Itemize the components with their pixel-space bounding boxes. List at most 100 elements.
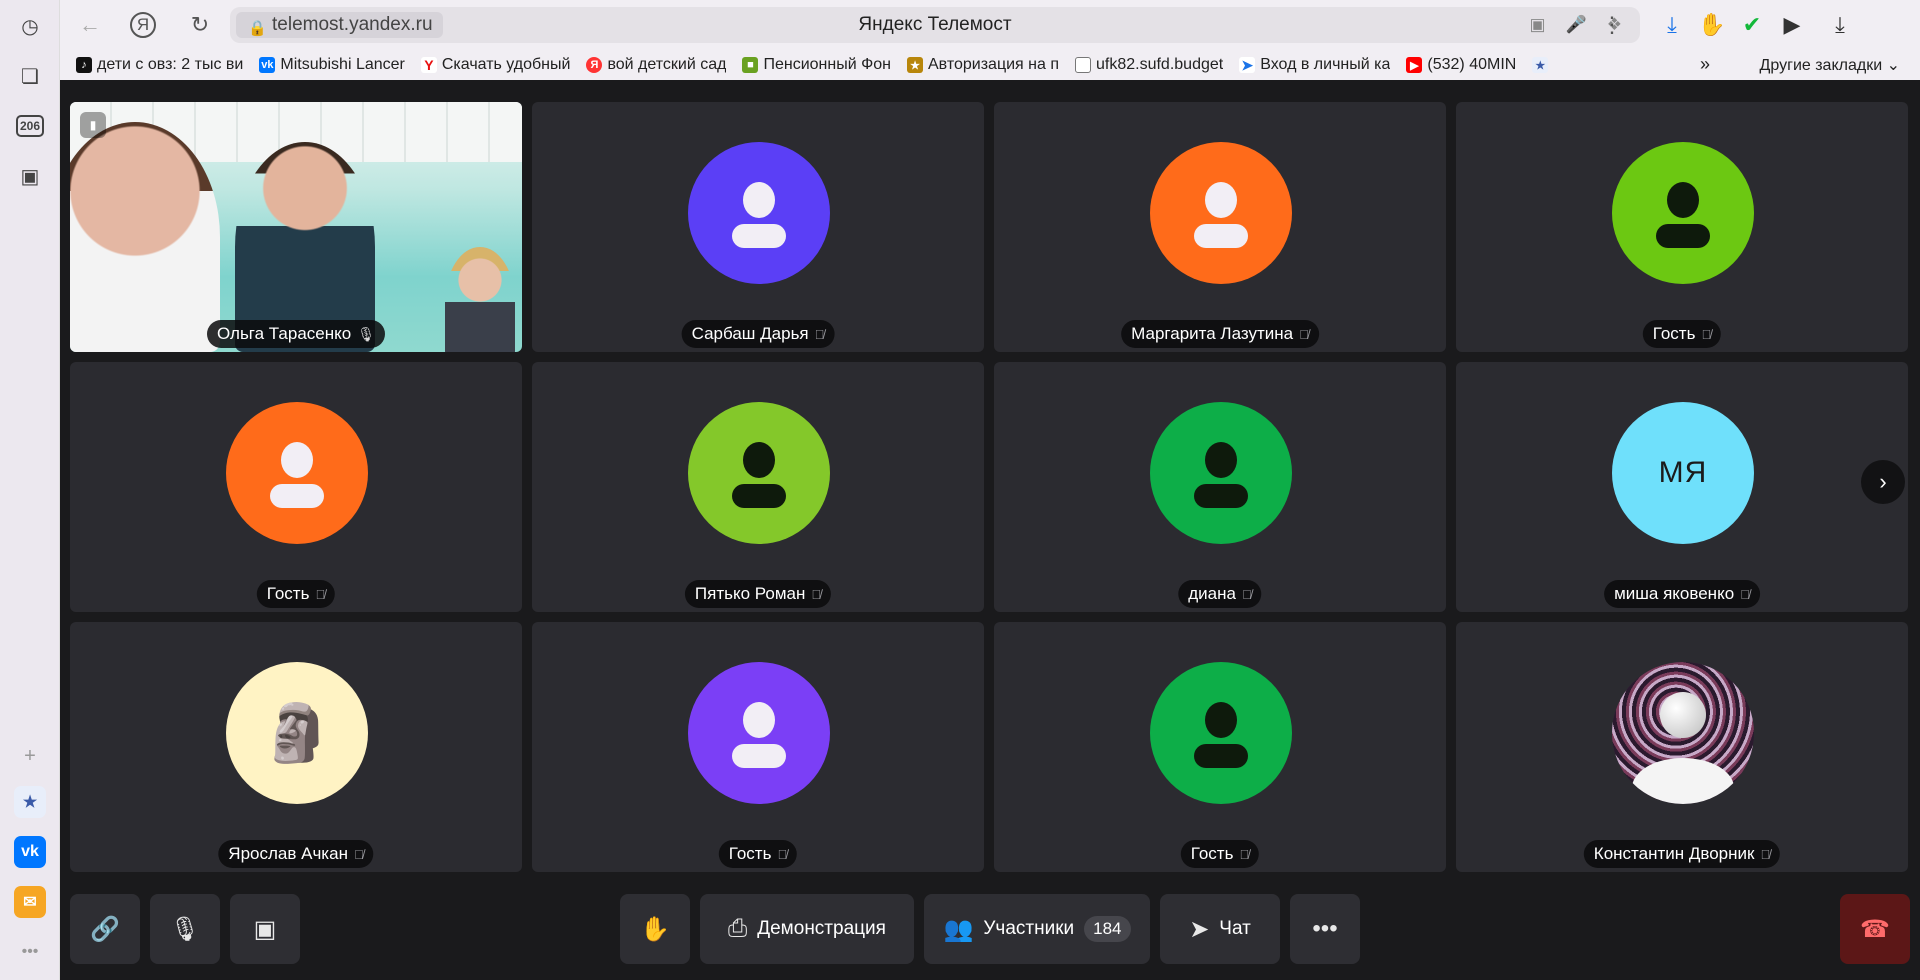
mic-on-icon: 🎙: [357, 325, 376, 342]
emblem-app-icon[interactable]: ★: [14, 786, 46, 818]
back-arrow-icon[interactable]: ←: [74, 9, 106, 41]
participant-tile[interactable]: 🗿 Ярослав Ачкан 🎙̸: [70, 622, 522, 872]
avatar: [226, 402, 368, 544]
mic-muted-icon: 🎙̸: [1241, 586, 1252, 602]
check-extension-icon[interactable]: ✔: [1736, 9, 1768, 41]
reload-icon[interactable]: ↻: [184, 9, 216, 41]
copy-link-button[interactable]: 🔗: [70, 894, 140, 964]
avatar: [688, 402, 830, 544]
participant-tile[interactable]: Гость 🎙̸: [994, 622, 1446, 872]
avatar: [1612, 142, 1754, 284]
history-icon[interactable]: ◷: [10, 6, 50, 46]
collections-icon[interactable]: ❏: [10, 56, 50, 96]
participant-tile[interactable]: Гость 🎙̸: [1456, 102, 1908, 352]
bookmark-label: ufk82.sufd.budget: [1096, 56, 1224, 73]
menu-dots-icon[interactable]: ⋮: [1596, 9, 1628, 41]
microphone-button[interactable]: 🎙: [150, 894, 220, 964]
bookmark-item[interactable]: ufk82.sufd.budget: [1075, 56, 1223, 74]
person-icon: [1205, 442, 1237, 478]
participant-tile[interactable]: Гость 🎙̸: [70, 362, 522, 612]
bookmark-item[interactable]: Y Скачать удобный: [420, 56, 570, 74]
person-icon: [1194, 224, 1248, 248]
participant-name: Гость: [1190, 844, 1234, 863]
person-icon: [743, 182, 775, 218]
participant-name: Маргарита Лазутина: [1131, 324, 1294, 343]
person-icon: [270, 484, 324, 508]
bookmark-label: вой детский сад: [607, 56, 727, 73]
next-page-button[interactable]: ›: [1861, 460, 1905, 504]
participant-name-badge: Гость 🎙̸: [256, 580, 336, 608]
bookmark-label: (532) 40MIN: [1427, 56, 1517, 73]
person-icon: [1205, 702, 1237, 738]
more-apps-icon[interactable]: •••: [10, 932, 50, 972]
other-bookmarks-label: Другие закладки: [1759, 57, 1883, 74]
participants-label: Участники: [983, 918, 1075, 939]
bookmark-item[interactable]: ★: [1532, 57, 1549, 73]
bookmark-item[interactable]: ♪ дети с овз: 2 тыс ви: [76, 56, 243, 74]
bookmarks-more-button[interactable]: »: [1700, 54, 1710, 75]
address-bar[interactable]: 🔒 telemost.yandex.ru Яндекс Телемост ▣ 🎤…: [230, 7, 1640, 43]
avatar: [1150, 402, 1292, 544]
participant-tile[interactable]: Константин Дворник 🎙̸: [1456, 622, 1908, 872]
participant-tile[interactable]: Сарбаш Дарья 🎙̸: [532, 102, 984, 352]
mic-muted-icon: 🎙̸: [315, 586, 326, 602]
mic-muted-icon: 🎙̸: [1299, 326, 1309, 342]
participant-tile[interactable]: Гость 🎙̸: [532, 622, 984, 872]
mail-app-icon[interactable]: ✉: [14, 886, 46, 918]
emblem-icon: ★: [907, 57, 923, 73]
participant-tile[interactable]: диана 🎙̸: [994, 362, 1446, 612]
mic-muted-icon: 🎙̸: [814, 326, 825, 342]
avatar-initials: МЯ: [1658, 456, 1708, 489]
link-icon: 🔗: [90, 915, 120, 943]
avatar: МЯ: [1612, 402, 1754, 544]
document-icon: [1075, 57, 1091, 73]
download-active-icon[interactable]: ⤓: [1656, 9, 1688, 41]
bookmark-item[interactable]: Явой детский сад: [586, 56, 726, 74]
camera-permission-icon[interactable]: ▣: [1530, 15, 1546, 35]
participant-tile[interactable]: МЯ миша яковенко 🎙̸: [1456, 362, 1908, 612]
yandex-logo-icon[interactable]: Я: [130, 12, 156, 38]
person-icon: [732, 224, 786, 248]
downloads-icon[interactable]: ⤓: [1824, 9, 1856, 41]
participant-tile[interactable]: ▮ Ольга Тарасенко 🎙: [70, 102, 522, 352]
chat-button[interactable]: ➤ Чат: [1160, 894, 1280, 964]
signal-strength-icon: ▮: [80, 112, 106, 138]
browser-sidebar: ◷ ❏ 206 ▣ + ★ vk ✉ •••: [0, 0, 60, 980]
bookmark-item[interactable]: ▶ (532) 40MIN: [1406, 56, 1516, 74]
vk-app-icon[interactable]: vk: [14, 836, 46, 868]
art-shape: [1632, 758, 1734, 804]
participant-name: Пятько Роман: [694, 584, 806, 603]
participant-name: миша яковенко: [1614, 584, 1735, 603]
bookmark-item[interactable]: vk Mitsubishi Lancer: [259, 56, 405, 74]
participant-video: ▮: [70, 102, 522, 352]
participant-name-badge: Гость 🎙̸: [1180, 840, 1260, 868]
person-icon: [732, 744, 786, 768]
screenshot-icon[interactable]: ▣: [10, 156, 50, 196]
bookmark-label: Авторизация на п: [928, 56, 1059, 73]
bookmark-item[interactable]: ★ Авторизация на п: [907, 56, 1059, 74]
mic-muted-icon: 🎙̸: [1760, 846, 1771, 862]
participants-button[interactable]: 👥 Участники 184: [924, 894, 1150, 964]
camera-button[interactable]: ▣: [230, 894, 300, 964]
mic-permission-icon[interactable]: 🎤: [1566, 15, 1587, 35]
more-options-button[interactable]: •••: [1290, 894, 1360, 964]
mic-muted-icon: 🎙̸: [1239, 846, 1250, 862]
screen-share-button[interactable]: ⎙ Демонстрация: [700, 894, 914, 964]
play-extension-icon[interactable]: ▶: [1776, 9, 1808, 41]
screen-share-label: Демонстрация: [757, 918, 886, 939]
person-icon: [1667, 182, 1699, 218]
tabs-counter-icon[interactable]: 206: [10, 106, 50, 146]
participant-name: Гость: [728, 844, 772, 863]
participant-name-badge: миша яковенко 🎙̸: [1604, 580, 1760, 608]
adblock-icon[interactable]: ✋: [1696, 9, 1728, 41]
bookmark-item[interactable]: ■ Пенсионный Фон: [742, 56, 891, 74]
hang-up-button[interactable]: ☎: [1840, 894, 1910, 964]
other-bookmarks-button[interactable]: Другие закладки ⌄: [1760, 55, 1900, 75]
raise-hand-button[interactable]: ✋: [620, 894, 690, 964]
person-icon: [732, 484, 786, 508]
abstract-art-avatar: [1612, 662, 1754, 804]
participant-tile[interactable]: Пятько Роман 🎙̸: [532, 362, 984, 612]
bookmark-item[interactable]: ➤ Вход в личный ка: [1239, 56, 1390, 74]
participant-tile[interactable]: Маргарита Лазутина 🎙̸: [994, 102, 1446, 352]
add-panel-icon[interactable]: +: [10, 736, 50, 776]
